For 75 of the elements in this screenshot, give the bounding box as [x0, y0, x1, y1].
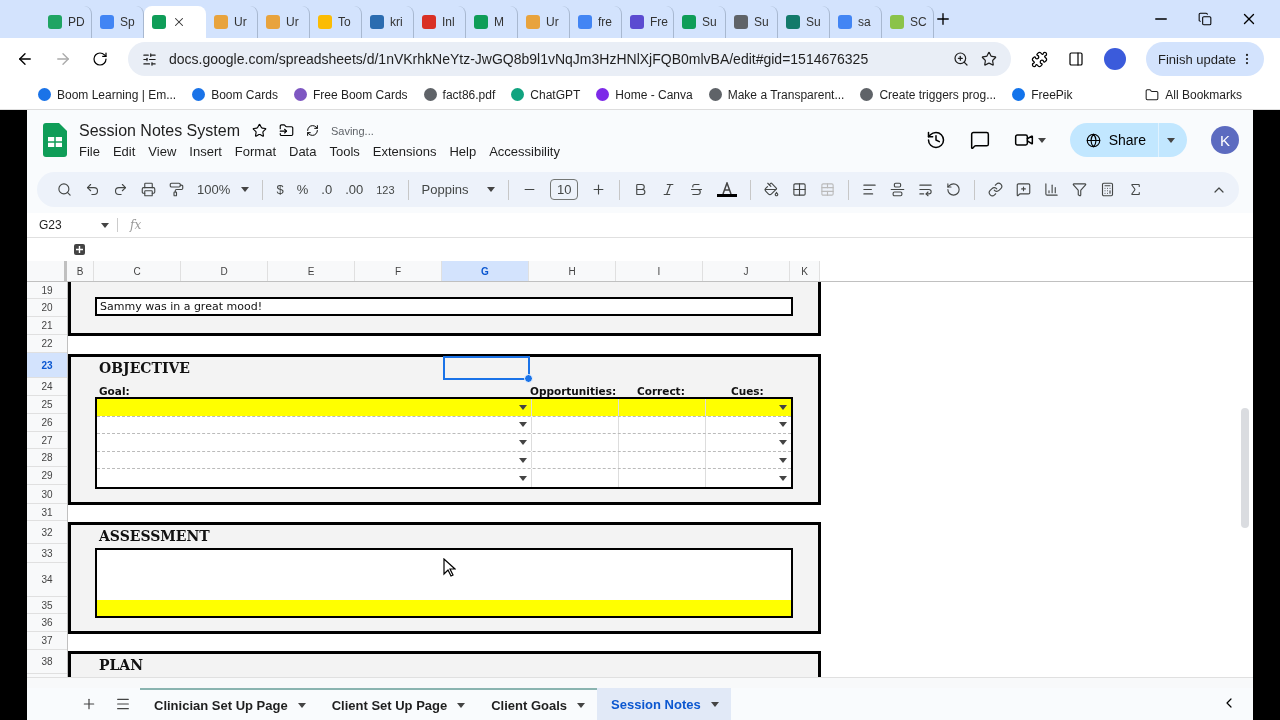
- formula-label: fx: [130, 218, 142, 232]
- account-avatar[interactable]: K: [1211, 126, 1239, 154]
- document-title[interactable]: Session Notes System: [79, 121, 240, 140]
- zoom-select[interactable]: 100%: [197, 182, 250, 197]
- tab-label: Inl: [442, 15, 455, 29]
- decrease-decimal-button[interactable]: .0: [321, 182, 333, 197]
- bookmark[interactable]: Boom Learning | Em...: [38, 87, 177, 102]
- column-label: Goal:: [98, 385, 131, 397]
- bookmark[interactable]: fact86.pdf: [423, 87, 496, 102]
- update-button[interactable]: Finish update: [1145, 42, 1264, 76]
- number-format-button[interactable]: 123: [376, 183, 395, 196]
- font-select[interactable]: Poppins: [421, 182, 495, 197]
- bookmark[interactable]: Make a Transparent...: [708, 87, 845, 102]
- column-label: Cues:: [730, 385, 765, 397]
- tab-label: Ur: [286, 15, 299, 29]
- tab-label: M: [494, 15, 504, 29]
- menu-item[interactable]: Insert: [189, 143, 222, 159]
- increase-decimal-button[interactable]: .00: [345, 182, 364, 197]
- bookmark[interactable]: Free Boom Cards: [293, 87, 408, 102]
- menu-item[interactable]: Accessibility: [489, 143, 560, 159]
- bookmark[interactable]: FreePik: [1012, 87, 1073, 102]
- tab-label: sa: [858, 15, 871, 29]
- tab-label: Fre: [650, 15, 668, 29]
- column-label: Opportunities:: [530, 385, 617, 397]
- menu-item[interactable]: File: [79, 143, 100, 159]
- bookmark[interactable]: Home - Canva: [596, 87, 693, 102]
- section-title: PLAN: [99, 656, 144, 675]
- tab-label: To: [338, 15, 351, 29]
- all-bookmarks[interactable]: All Bookmarks: [1145, 87, 1242, 102]
- name-box[interactable]: G23: [39, 218, 118, 232]
- tab-label: PD: [68, 15, 85, 29]
- tab-label: SC: [910, 15, 927, 29]
- share-button[interactable]: Share: [1069, 123, 1187, 157]
- menu-item[interactable]: Edit: [112, 143, 136, 159]
- tab-label: Sp: [120, 15, 135, 29]
- column-header[interactable]: F: [355, 261, 442, 281]
- column-header[interactable]: B: [67, 261, 94, 281]
- section-title: OBJECTIVE: [99, 359, 190, 378]
- sheet-tab[interactable]: Client Set Up Page: [317, 688, 478, 720]
- column-header[interactable]: I: [616, 261, 703, 281]
- tab-label: Su: [702, 15, 717, 29]
- percent-button[interactable]: %: [296, 182, 309, 197]
- address-bar[interactable]: docs.google.com/spreadsheets/d/1nVKrhkNeYtz-JwGQ8b9l1vNqJm3HzHNlXjFQB0mlvBA/edit#gid=1514676325: [128, 42, 1011, 76]
- column-header[interactable]: C: [94, 261, 181, 281]
- font-size-field[interactable]: 10: [550, 179, 579, 200]
- menu-item[interactable]: View: [148, 143, 177, 159]
- tab-label: Ur: [546, 15, 559, 29]
- url-text: docs.google.com/spreadsheets/d/1nVKrhkNeYtz-JwGQ8b9l1vNqJm3HzHNlXjFQB0mlvBA/edit#gid=1514676325: [169, 51, 870, 67]
- tab-label: fre: [598, 15, 612, 29]
- bookmark[interactable]: Create triggers prog...: [860, 87, 997, 102]
- note-field[interactable]: Sammy was in a great mood!: [95, 297, 793, 316]
- tab-label: Ur: [234, 15, 247, 29]
- row-header[interactable]: 23: [27, 353, 67, 378]
- menu-item[interactable]: Format: [234, 143, 276, 159]
- tab-label: Su: [806, 15, 821, 29]
- column-header[interactable]: E: [268, 261, 355, 281]
- menu-item[interactable]: Help: [449, 143, 477, 159]
- save-status: Saving...: [330, 124, 374, 137]
- column-label: Correct:: [636, 385, 686, 397]
- sheet-tab[interactable]: Clinician Set Up Page: [140, 688, 318, 720]
- column-header[interactable]: K: [790, 261, 820, 281]
- column-header[interactable]: H: [529, 261, 616, 281]
- bookmark[interactable]: ChatGPT: [511, 87, 581, 102]
- currency-button[interactable]: $: [276, 182, 284, 197]
- tab-label: Su: [754, 15, 769, 29]
- section-title: ASSESSMENT: [99, 527, 210, 546]
- menu-item[interactable]: Data: [289, 143, 317, 159]
- column-header[interactable]: G: [442, 261, 529, 281]
- column-header[interactable]: J: [703, 261, 790, 281]
- menu-item[interactable]: Extensions: [372, 143, 437, 159]
- sheet-tab[interactable]: Session Notes: [597, 688, 731, 720]
- column-header[interactable]: D: [181, 261, 268, 281]
- bookmark[interactable]: Boom Cards: [192, 87, 278, 102]
- menu-item[interactable]: Tools: [329, 143, 360, 159]
- tab-label: kri: [390, 15, 403, 29]
